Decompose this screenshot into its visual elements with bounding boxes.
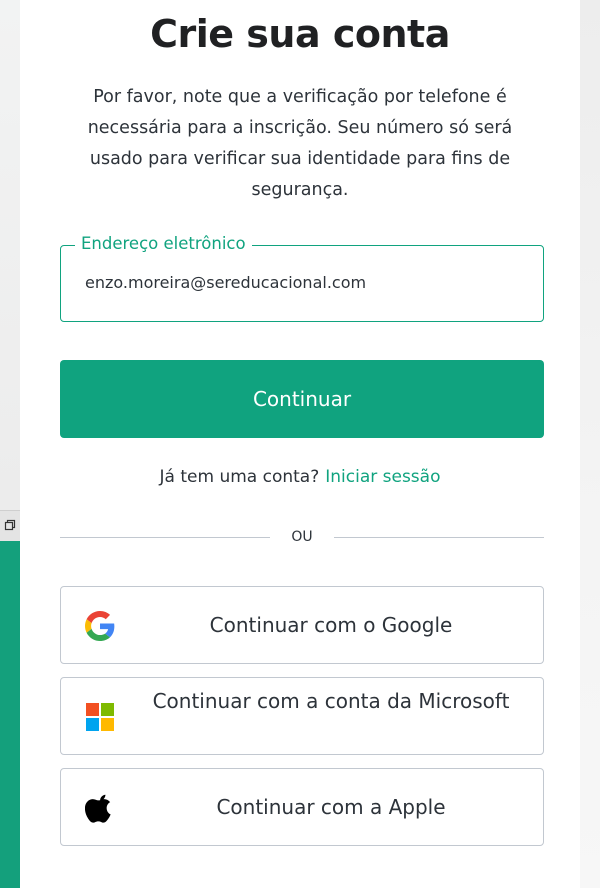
divider-line-right: [334, 537, 544, 538]
signup-card: Crie sua conta Por favor, note que a ver…: [20, 0, 580, 888]
microsoft-button-label: Continuar com a conta da Microsoft: [152, 689, 510, 713]
google-button-label: Continuar com o Google: [209, 613, 453, 637]
continue-button[interactable]: Continuar: [60, 360, 544, 438]
email-field-label: Endereço eletrônico: [75, 231, 252, 257]
login-prompt: Já tem uma conta? Iniciar sessão: [40, 464, 560, 490]
google-icon: [85, 611, 115, 641]
email-field[interactable]: Endereço eletrônico: [60, 231, 544, 322]
or-divider: OU: [60, 524, 544, 550]
apple-icon: [84, 793, 115, 823]
copy-icon[interactable]: [4, 519, 16, 531]
login-prompt-text: Já tem uma conta?: [159, 467, 320, 487]
apple-button-label: Continuar com a Apple: [216, 795, 446, 819]
google-button[interactable]: Continuar com o Google: [60, 586, 544, 664]
page-title: Crie sua conta: [150, 12, 450, 56]
microsoft-icon: [85, 702, 115, 732]
login-link[interactable]: Iniciar sessão: [325, 467, 440, 487]
apple-button[interactable]: Continuar com a Apple: [60, 768, 544, 846]
microsoft-button[interactable]: Continuar com a conta da Microsoft: [60, 677, 544, 755]
email-input[interactable]: [85, 271, 525, 295]
page-subtitle: Por favor, note que a verificação por te…: [87, 87, 513, 200]
